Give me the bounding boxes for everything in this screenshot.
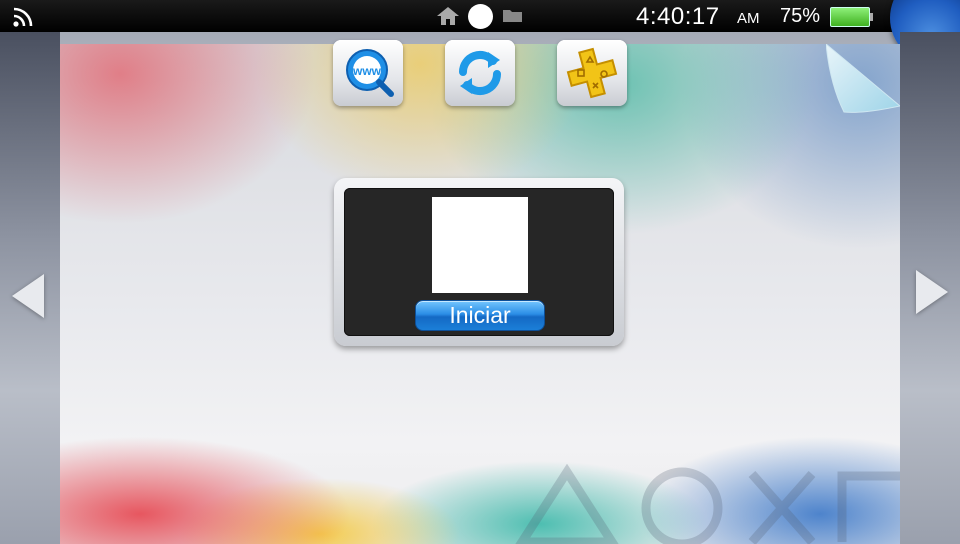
next-page-arrow-icon[interactable] [916, 270, 948, 314]
start-button[interactable]: Iniciar [415, 300, 545, 331]
ps-plus-icon [566, 47, 618, 99]
clock-time: 4:40:17 [636, 3, 720, 30]
battery-icon [830, 7, 873, 27]
folder-icon [503, 10, 522, 22]
wifi-icon [13, 7, 33, 27]
clock-ampm: AM [737, 10, 760, 27]
page-curl-corner[interactable] [826, 44, 900, 114]
live-area-frame: Iniciar [334, 178, 624, 346]
update-app-bubble[interactable] [445, 40, 515, 106]
notification-dot-icon[interactable] [468, 4, 493, 29]
playstation-symbols-watermark [515, 464, 900, 544]
refresh-icon [458, 50, 502, 96]
app-thumbnail [432, 197, 528, 293]
www-search-icon: www [346, 49, 394, 97]
previous-page-arrow-icon[interactable] [12, 274, 44, 318]
battery-percent: 75% [780, 5, 821, 27]
browser-app-bubble[interactable]: www [333, 40, 403, 106]
svg-text:www: www [352, 64, 382, 78]
status-bar: 4:40:17 AM 75% [0, 0, 960, 32]
live-area-panel: Iniciar [344, 188, 614, 336]
playstation-plus-app-bubble[interactable] [557, 40, 627, 106]
home-icon[interactable] [436, 6, 460, 26]
